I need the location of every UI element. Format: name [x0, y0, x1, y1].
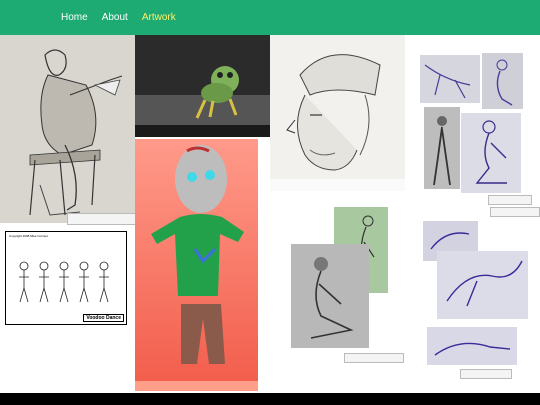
purple-reclining-sketch-2 — [437, 251, 528, 319]
artwork-voodoo-doll-3d[interactable] — [135, 139, 258, 391]
voodoo-doll-render — [135, 139, 258, 391]
artwork-caption-5 — [460, 369, 512, 379]
top-navigation-bar: Home About Artwork — [0, 0, 540, 35]
seated-figure-drawing — [0, 35, 135, 223]
standing-figure-sketch — [424, 107, 460, 189]
nav-artwork-link[interactable]: Artwork — [142, 12, 176, 23]
artwork-kneeling-figure[interactable] — [461, 113, 521, 193]
artwork-standing-figure[interactable] — [424, 107, 460, 189]
purple-sketch-2 — [482, 53, 523, 109]
artwork-seated-nude-pencil[interactable] — [291, 244, 369, 348]
artwork-voodoo-dance-storyboard[interactable]: Copyright 2008 Mike Corriero Voodoo Danc… — [5, 231, 127, 325]
artwork-3d-creature-dark[interactable] — [135, 35, 270, 137]
purple-reclining-sketch-3 — [427, 327, 517, 365]
artwork-caption-2 — [488, 195, 532, 205]
creature-render — [135, 35, 270, 137]
artwork-purple-figure-1[interactable] — [420, 55, 480, 103]
nav-home-link[interactable]: Home — [61, 12, 88, 23]
artwork-purple-figure-2[interactable] — [482, 53, 523, 109]
artwork-caption-3 — [490, 207, 540, 217]
head-profile-drawing — [270, 35, 405, 191]
nav-about-link[interactable]: About — [102, 12, 128, 23]
artwork-seated-figure-sketch[interactable] — [0, 35, 135, 223]
artwork-caption-4 — [344, 353, 404, 363]
storyboard-title: Voodoo Dance — [83, 314, 124, 322]
artwork-caption-1 — [67, 213, 137, 225]
main-nav: Home About Artwork — [61, 0, 190, 35]
seated-nude-sketch — [291, 244, 369, 348]
footer-bar — [0, 393, 540, 405]
artwork-gallery: Copyright 2008 Mike Corriero Voodoo Danc… — [0, 35, 540, 393]
purple-sketch-1 — [420, 55, 480, 103]
kneeling-figure-sketch — [461, 113, 521, 193]
storyboard-drawing — [19, 261, 109, 303]
artwork-purple-reclining-3[interactable] — [427, 327, 517, 365]
artwork-head-profile-sketch[interactable] — [270, 35, 405, 191]
artwork-purple-reclining-2[interactable] — [437, 251, 528, 319]
